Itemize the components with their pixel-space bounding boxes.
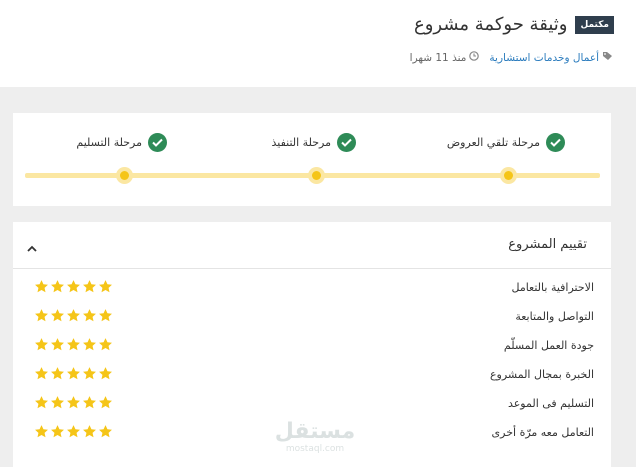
star-icon bbox=[98, 308, 113, 323]
star-icon bbox=[50, 366, 65, 381]
rating-label: الاحترافية بالتعامل bbox=[511, 281, 594, 294]
rating-label: الخبرة بمجال المشروع bbox=[489, 368, 594, 381]
title-row: مكتمل وثيقة حوكمة مشروع bbox=[414, 14, 614, 35]
star-icon bbox=[98, 366, 113, 381]
star-icon bbox=[34, 366, 49, 381]
star-icon bbox=[98, 337, 113, 352]
project-stages: مرحلة تلقي العروض مرحلة التنفيذ مرحلة ال… bbox=[13, 113, 611, 206]
star-icon bbox=[66, 279, 81, 294]
star-icon bbox=[98, 279, 113, 294]
star-icon bbox=[34, 308, 49, 323]
chevron-up-icon[interactable] bbox=[27, 238, 37, 257]
clock-icon bbox=[469, 51, 480, 64]
stage-marker bbox=[308, 167, 325, 184]
star-icon bbox=[66, 337, 81, 352]
rating-row: التسليم فى الموعد bbox=[13, 385, 611, 414]
star-icon bbox=[34, 395, 49, 410]
star-icon bbox=[34, 424, 49, 439]
rating-row: التواصل والمتابعة bbox=[13, 298, 611, 327]
stage-label: مرحلة تلقي العروض bbox=[446, 136, 540, 149]
stage-delivery: مرحلة التسليم bbox=[76, 133, 167, 152]
stage-offers: مرحلة تلقي العروض bbox=[447, 133, 565, 152]
rating-label: التعامل معه مرّة أخرى bbox=[491, 426, 594, 439]
project-meta: أعمال وخدمات استشارية منذ 11 شهرا bbox=[410, 51, 614, 64]
star-icon bbox=[50, 337, 65, 352]
star-icon bbox=[98, 424, 113, 439]
check-icon bbox=[148, 133, 167, 152]
star-icon bbox=[82, 366, 97, 381]
rating-row: الاحترافية بالتعامل bbox=[13, 269, 611, 298]
star-rating bbox=[34, 337, 113, 352]
star-icon bbox=[50, 308, 65, 323]
category-link[interactable]: أعمال وخدمات استشارية bbox=[489, 52, 599, 64]
star-icon bbox=[50, 395, 65, 410]
star-icon bbox=[50, 279, 65, 294]
rating-row: جودة العمل المسلّم bbox=[13, 327, 611, 356]
rating-title: تقييم المشروع bbox=[508, 237, 587, 252]
star-rating bbox=[34, 424, 113, 439]
page-title: وثيقة حوكمة مشروع bbox=[414, 14, 568, 35]
posted-time: منذ 11 شهرا bbox=[409, 51, 467, 64]
star-rating bbox=[34, 366, 113, 381]
star-rating bbox=[34, 395, 113, 410]
star-rating bbox=[34, 279, 113, 294]
stage-label: مرحلة التسليم bbox=[76, 136, 142, 149]
star-icon bbox=[66, 366, 81, 381]
star-icon bbox=[34, 337, 49, 352]
stage-marker bbox=[116, 167, 133, 184]
rating-label: التسليم فى الموعد bbox=[507, 397, 594, 410]
star-icon bbox=[66, 308, 81, 323]
star-icon bbox=[66, 424, 81, 439]
rating-header[interactable]: تقييم المشروع bbox=[13, 222, 611, 269]
rating-row: الخبرة بمجال المشروع bbox=[13, 356, 611, 385]
stage-marker bbox=[500, 167, 517, 184]
star-icon bbox=[66, 395, 81, 410]
stage-execution: مرحلة التنفيذ bbox=[271, 133, 356, 152]
watermark-logo: مستقل mostaql.com bbox=[274, 419, 356, 455]
star-rating bbox=[34, 308, 113, 323]
check-icon bbox=[337, 133, 356, 152]
star-icon bbox=[82, 395, 97, 410]
tags-icon bbox=[603, 51, 614, 64]
project-header: مكتمل وثيقة حوكمة مشروع أعمال وخدمات است… bbox=[0, 0, 636, 87]
rating-label: التواصل والمتابعة bbox=[515, 310, 594, 323]
star-icon bbox=[34, 279, 49, 294]
star-icon bbox=[82, 279, 97, 294]
star-icon bbox=[82, 424, 97, 439]
star-icon bbox=[82, 308, 97, 323]
star-icon bbox=[98, 395, 113, 410]
check-icon bbox=[546, 133, 565, 152]
star-icon bbox=[50, 424, 65, 439]
rating-label: جودة العمل المسلّم bbox=[503, 339, 594, 352]
star-icon bbox=[82, 337, 97, 352]
stage-label: مرحلة التنفيذ bbox=[271, 136, 331, 149]
status-badge: مكتمل bbox=[575, 15, 614, 34]
